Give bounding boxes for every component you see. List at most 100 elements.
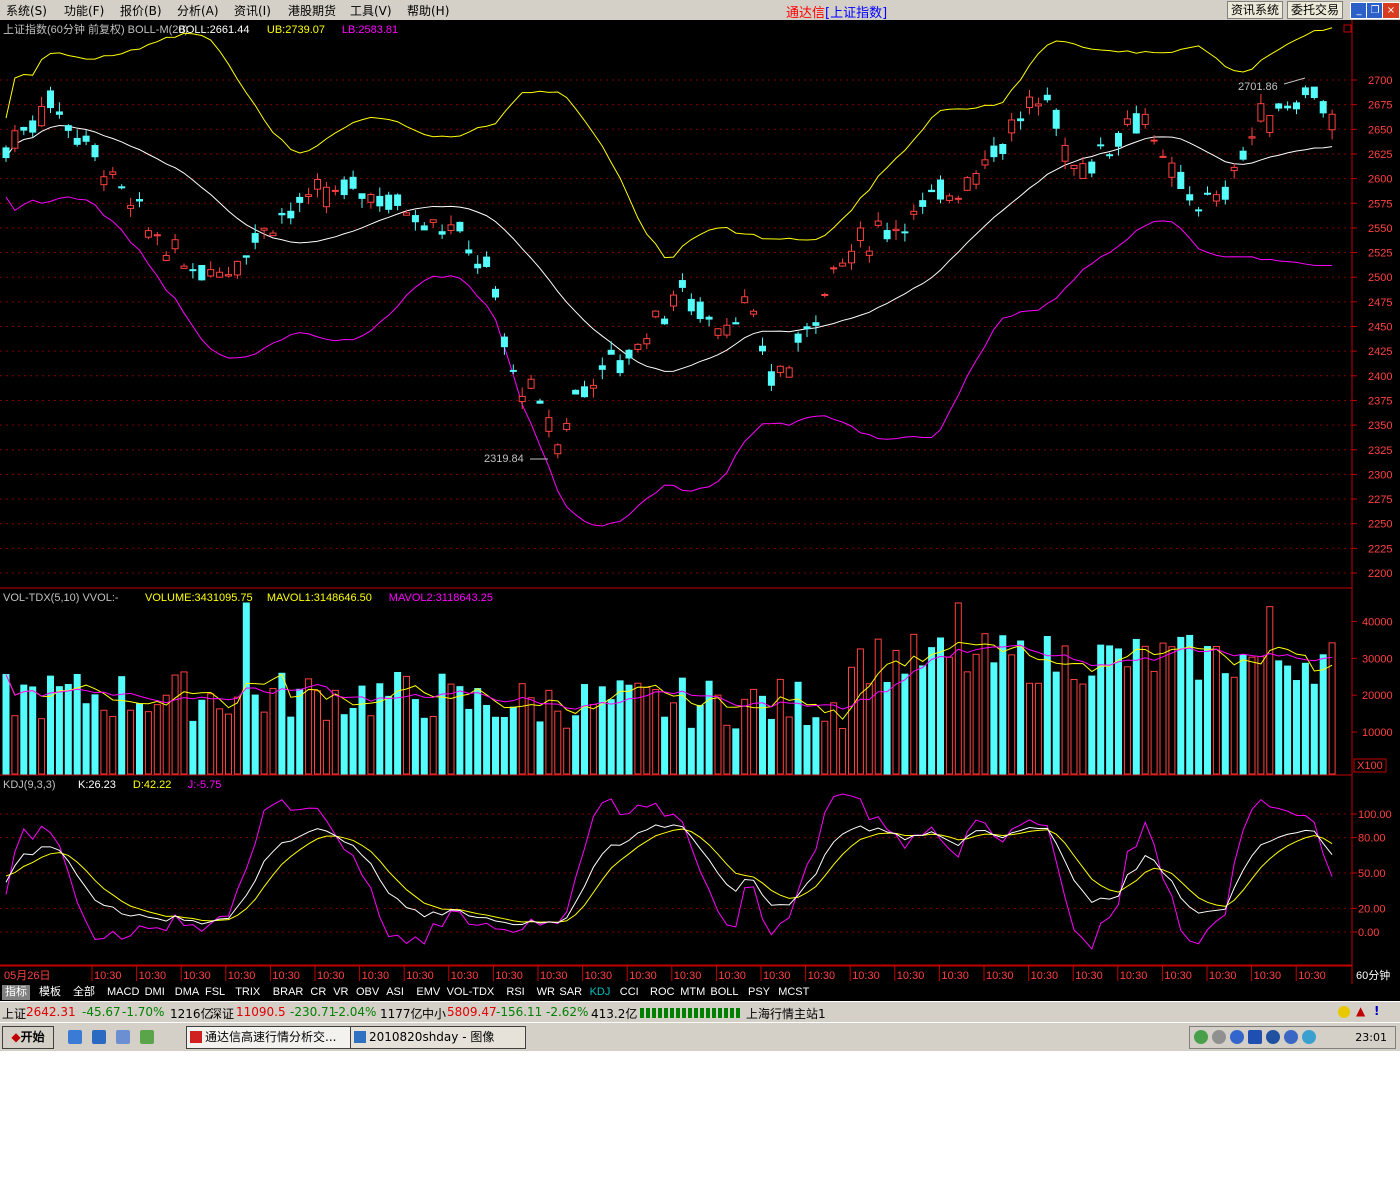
tab-kdj[interactable]: KDJ [587, 985, 614, 1000]
tab-cr[interactable]: CR [307, 985, 329, 1000]
menu-hk-futures[interactable]: 港股期货 [288, 2, 336, 19]
candle-body [928, 189, 936, 193]
messenger-icon[interactable] [140, 1030, 154, 1044]
volume-bar [1008, 654, 1016, 775]
menu-function[interactable]: 功能(F) [64, 2, 104, 19]
volume-bar [385, 695, 393, 775]
volume-bar [723, 724, 731, 775]
menu-tools[interactable]: 工具(V) [350, 2, 392, 19]
tab-asi[interactable]: ASI [383, 985, 407, 1000]
qq-icon[interactable] [1266, 1030, 1280, 1044]
menu-help[interactable]: 帮助(H) [407, 2, 449, 19]
chart-area[interactable]: 2700 2675 2650 2625 2600 2575 2550 2525 2500 2475… [0, 20, 1400, 984]
tab-fsl[interactable]: FSL [202, 985, 228, 1000]
tab-vr[interactable]: VR [330, 985, 351, 1000]
menu-analysis[interactable]: 分析(A) [177, 2, 219, 19]
trade-button[interactable]: 委托交易 [1287, 1, 1344, 19]
candle-body [349, 176, 357, 189]
candle-body [616, 360, 624, 374]
tab-boll[interactable]: BOLL [707, 985, 741, 1000]
price-tick-label: 2450 [1368, 322, 1392, 334]
candle-body [127, 204, 135, 209]
tab-全部[interactable]: 全部 [70, 985, 98, 1000]
lb-value: LB:2583.81 [342, 24, 398, 36]
menu-quote[interactable]: 报价(B) [120, 2, 162, 19]
tab-brar[interactable]: BRAR [270, 985, 307, 1000]
menu-system[interactable]: 系统(S) [6, 2, 47, 19]
tab-dmi[interactable]: DMI [142, 985, 168, 1000]
volume-bar [652, 689, 660, 775]
candle-body [821, 293, 829, 296]
volume-bar [287, 716, 295, 775]
tab-mcst[interactable]: MCST [775, 985, 812, 1000]
tab-mtm[interactable]: MTM [677, 985, 708, 1000]
tab-vol-tdx[interactable]: VOL-TDX [444, 985, 498, 1000]
taskbar-item-image[interactable]: 2010820shday - 图像 [350, 1026, 526, 1049]
tab-cci[interactable]: CCI [617, 985, 642, 1000]
close-icon[interactable]: × [1382, 2, 1400, 19]
ime-icon[interactable] [1248, 1030, 1262, 1044]
messenger-tray-icon[interactable] [1284, 1030, 1298, 1044]
sh-value: 2642.31 [26, 1005, 76, 1019]
desktop-icon[interactable] [116, 1030, 130, 1044]
volume-bar [1257, 656, 1265, 775]
candle-body [500, 336, 508, 348]
network-icon[interactable] [1194, 1030, 1208, 1044]
candle-body [741, 296, 749, 304]
candle-body [153, 234, 161, 237]
tab-emv[interactable]: EMV [413, 985, 443, 1000]
volume-bar [1186, 634, 1194, 775]
candle-body [865, 250, 873, 256]
menu-info[interactable]: 资讯(I) [234, 2, 271, 19]
price-tick-label: 2675 [1368, 100, 1392, 112]
kdj-tick-label: 80.00 [1358, 833, 1386, 845]
candle-body [2, 147, 10, 159]
tab-dma[interactable]: DMA [172, 985, 202, 1000]
tab-roc[interactable]: ROC [647, 985, 677, 1000]
info-system-button[interactable]: 资讯系统 [1227, 1, 1284, 19]
tab-指标[interactable]: 指标 [2, 985, 30, 1000]
globe-icon[interactable] [1302, 1030, 1316, 1044]
start-button[interactable]: ◆开始 [2, 1026, 54, 1049]
price-tick-label: 2500 [1368, 272, 1392, 284]
tab-wr[interactable]: WR [534, 985, 558, 1000]
outlook-icon[interactable] [92, 1030, 106, 1044]
time-axis-label: 10:30 [808, 970, 836, 982]
tab-rsi[interactable]: RSI [503, 985, 527, 1000]
time-axis-label: 10:30 [1031, 970, 1059, 982]
sh-name: 上证 [2, 1007, 27, 1021]
candle-body [358, 193, 366, 199]
tab-macd[interactable]: MACD [104, 985, 142, 1000]
volume-tick-label: 40000 [1362, 616, 1393, 628]
tab-模板[interactable]: 模板 [36, 985, 64, 1000]
candle-body [260, 227, 268, 231]
ie-icon[interactable] [68, 1030, 82, 1044]
volume-bar [1123, 666, 1131, 775]
volume-bar [118, 676, 126, 775]
price-tick-label: 2225 [1368, 543, 1392, 555]
candle-body [331, 189, 339, 192]
candle-body [109, 171, 117, 175]
volume-bar [1195, 679, 1203, 775]
monitor-icon[interactable] [1230, 1030, 1244, 1044]
candle-body [554, 444, 562, 455]
volume-bar [474, 688, 482, 775]
tab-obv[interactable]: OBV [353, 985, 382, 1000]
smile-icon[interactable] [1338, 1006, 1350, 1018]
candle-body [714, 328, 722, 336]
volume-bar [687, 727, 695, 775]
alert-icon[interactable]: ▲ [1356, 1004, 1365, 1018]
info-icon[interactable]: ! [1374, 1004, 1379, 1018]
price-tick-label: 2325 [1368, 445, 1392, 457]
volume-bar [1115, 648, 1122, 775]
chart-background [0, 20, 1400, 984]
tab-sar[interactable]: SAR [556, 985, 585, 1000]
time-axis-label: 10:30 [94, 970, 122, 982]
volume-bar [785, 716, 793, 775]
volume-icon[interactable] [1212, 1030, 1226, 1044]
tab-trix[interactable]: TRIX [232, 985, 263, 1000]
volume-bar [82, 703, 90, 775]
taskbar-item-tdx[interactable]: 通达信高速行情分析交... [186, 1026, 364, 1049]
tab-psy[interactable]: PSY [745, 985, 773, 1000]
volume-bar [322, 719, 330, 775]
